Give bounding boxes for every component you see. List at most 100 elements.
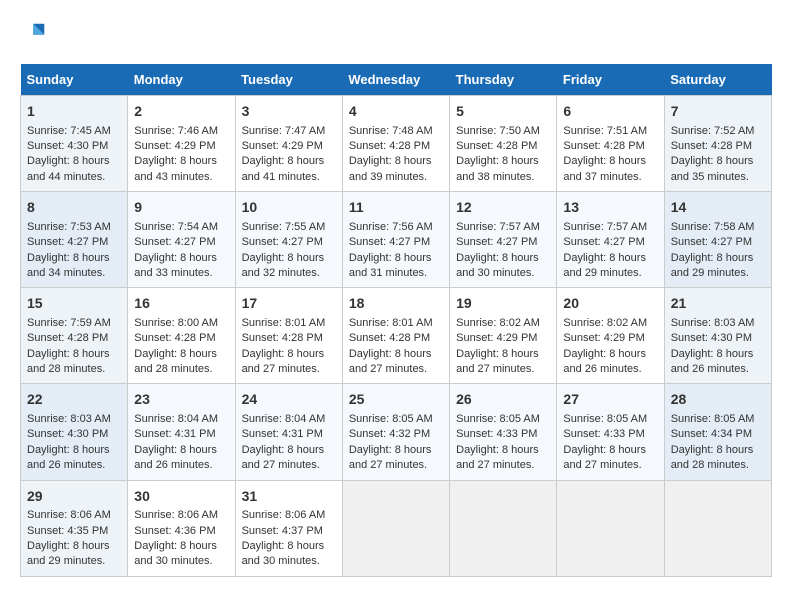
sunrise-text: Sunrise: 7:45 AM [27,124,121,139]
day-number: 31 [242,487,336,507]
daylight-text: Daylight: 8 hours and 30 minutes. [456,251,550,282]
sunrise-text: Sunrise: 7:52 AM [671,124,765,139]
calendar-cell: 11Sunrise: 7:56 AMSunset: 4:27 PMDayligh… [342,192,449,288]
day-number: 10 [242,198,336,218]
daylight-text: Daylight: 8 hours and 31 minutes. [349,251,443,282]
day-number: 8 [27,198,121,218]
weekday-header-row: SundayMondayTuesdayWednesdayThursdayFrid… [21,64,772,96]
logo [20,20,52,48]
sunset-text: Sunset: 4:27 PM [134,235,228,250]
weekday-header-wednesday: Wednesday [342,64,449,96]
logo-icon [20,20,48,48]
calendar-week-row: 1Sunrise: 7:45 AMSunset: 4:30 PMDaylight… [21,96,772,192]
sunset-text: Sunset: 4:28 PM [671,139,765,154]
sunrise-text: Sunrise: 7:55 AM [242,220,336,235]
sunset-text: Sunset: 4:27 PM [242,235,336,250]
calendar-week-row: 29Sunrise: 8:06 AMSunset: 4:35 PMDayligh… [21,480,772,576]
sunrise-text: Sunrise: 8:04 AM [242,412,336,427]
sunrise-text: Sunrise: 8:01 AM [242,316,336,331]
sunset-text: Sunset: 4:29 PM [242,139,336,154]
calendar-cell: 30Sunrise: 8:06 AMSunset: 4:36 PMDayligh… [128,480,235,576]
sunrise-text: Sunrise: 8:01 AM [349,316,443,331]
sunset-text: Sunset: 4:28 PM [349,139,443,154]
day-number: 1 [27,102,121,122]
calendar-cell [557,480,664,576]
sunrise-text: Sunrise: 8:05 AM [671,412,765,427]
sunrise-text: Sunrise: 7:57 AM [456,220,550,235]
calendar-table: SundayMondayTuesdayWednesdayThursdayFrid… [20,64,772,577]
calendar-week-row: 22Sunrise: 8:03 AMSunset: 4:30 PMDayligh… [21,384,772,480]
day-number: 29 [27,487,121,507]
daylight-text: Daylight: 8 hours and 30 minutes. [242,539,336,570]
calendar-cell [342,480,449,576]
daylight-text: Daylight: 8 hours and 33 minutes. [134,251,228,282]
sunrise-text: Sunrise: 8:02 AM [456,316,550,331]
sunrise-text: Sunrise: 8:05 AM [456,412,550,427]
sunset-text: Sunset: 4:27 PM [456,235,550,250]
day-number: 28 [671,390,765,410]
day-number: 20 [563,294,657,314]
daylight-text: Daylight: 8 hours and 30 minutes. [134,539,228,570]
sunset-text: Sunset: 4:31 PM [134,427,228,442]
day-number: 17 [242,294,336,314]
daylight-text: Daylight: 8 hours and 32 minutes. [242,251,336,282]
calendar-cell: 19Sunrise: 8:02 AMSunset: 4:29 PMDayligh… [450,288,557,384]
calendar-cell: 31Sunrise: 8:06 AMSunset: 4:37 PMDayligh… [235,480,342,576]
calendar-cell: 14Sunrise: 7:58 AMSunset: 4:27 PMDayligh… [664,192,771,288]
sunset-text: Sunset: 4:28 PM [456,139,550,154]
daylight-text: Daylight: 8 hours and 26 minutes. [134,443,228,474]
daylight-text: Daylight: 8 hours and 27 minutes. [349,443,443,474]
sunrise-text: Sunrise: 7:54 AM [134,220,228,235]
sunset-text: Sunset: 4:27 PM [563,235,657,250]
calendar-cell: 23Sunrise: 8:04 AMSunset: 4:31 PMDayligh… [128,384,235,480]
day-number: 7 [671,102,765,122]
sunset-text: Sunset: 4:30 PM [27,427,121,442]
calendar-cell: 24Sunrise: 8:04 AMSunset: 4:31 PMDayligh… [235,384,342,480]
sunset-text: Sunset: 4:36 PM [134,524,228,539]
daylight-text: Daylight: 8 hours and 37 minutes. [563,154,657,185]
calendar-cell: 4Sunrise: 7:48 AMSunset: 4:28 PMDaylight… [342,96,449,192]
calendar-cell: 2Sunrise: 7:46 AMSunset: 4:29 PMDaylight… [128,96,235,192]
day-number: 3 [242,102,336,122]
day-number: 26 [456,390,550,410]
day-number: 12 [456,198,550,218]
sunset-text: Sunset: 4:28 PM [27,331,121,346]
calendar-cell: 22Sunrise: 8:03 AMSunset: 4:30 PMDayligh… [21,384,128,480]
daylight-text: Daylight: 8 hours and 28 minutes. [134,347,228,378]
sunrise-text: Sunrise: 7:50 AM [456,124,550,139]
day-number: 21 [671,294,765,314]
daylight-text: Daylight: 8 hours and 27 minutes. [456,347,550,378]
daylight-text: Daylight: 8 hours and 39 minutes. [349,154,443,185]
daylight-text: Daylight: 8 hours and 28 minutes. [671,443,765,474]
daylight-text: Daylight: 8 hours and 27 minutes. [456,443,550,474]
day-number: 5 [456,102,550,122]
sunrise-text: Sunrise: 8:06 AM [134,508,228,523]
sunrise-text: Sunrise: 8:06 AM [242,508,336,523]
calendar-cell: 21Sunrise: 8:03 AMSunset: 4:30 PMDayligh… [664,288,771,384]
daylight-text: Daylight: 8 hours and 38 minutes. [456,154,550,185]
daylight-text: Daylight: 8 hours and 28 minutes. [27,347,121,378]
sunrise-text: Sunrise: 8:05 AM [563,412,657,427]
weekday-header-tuesday: Tuesday [235,64,342,96]
sunrise-text: Sunrise: 7:56 AM [349,220,443,235]
sunset-text: Sunset: 4:33 PM [456,427,550,442]
calendar-cell: 10 Sunrise: 7:55 AMSunset: 4:27 PMDayligh… [235,192,342,288]
calendar-cell: 29Sunrise: 8:06 AMSunset: 4:35 PMDayligh… [21,480,128,576]
daylight-text: Daylight: 8 hours and 29 minutes. [563,251,657,282]
sunrise-text: Sunrise: 7:59 AM [27,316,121,331]
sunset-text: Sunset: 4:29 PM [563,331,657,346]
daylight-text: Daylight: 8 hours and 34 minutes. [27,251,121,282]
sunrise-text: Sunrise: 7:51 AM [563,124,657,139]
daylight-text: Daylight: 8 hours and 26 minutes. [27,443,121,474]
day-number: 15 [27,294,121,314]
weekday-header-thursday: Thursday [450,64,557,96]
sunrise-text: Sunrise: 7:47 AM [242,124,336,139]
page-header [20,20,772,48]
weekday-header-monday: Monday [128,64,235,96]
calendar-cell: 15 Sunrise: 7:59 AMSunset: 4:28 PMDayligh… [21,288,128,384]
sunrise-text: Sunrise: 8:00 AM [134,316,228,331]
calendar-cell: 3Sunrise: 7:47 AMSunset: 4:29 PMDaylight… [235,96,342,192]
calendar-cell: 16Sunrise: 8:00 AMSunset: 4:28 PMDayligh… [128,288,235,384]
day-number: 24 [242,390,336,410]
day-number: 23 [134,390,228,410]
